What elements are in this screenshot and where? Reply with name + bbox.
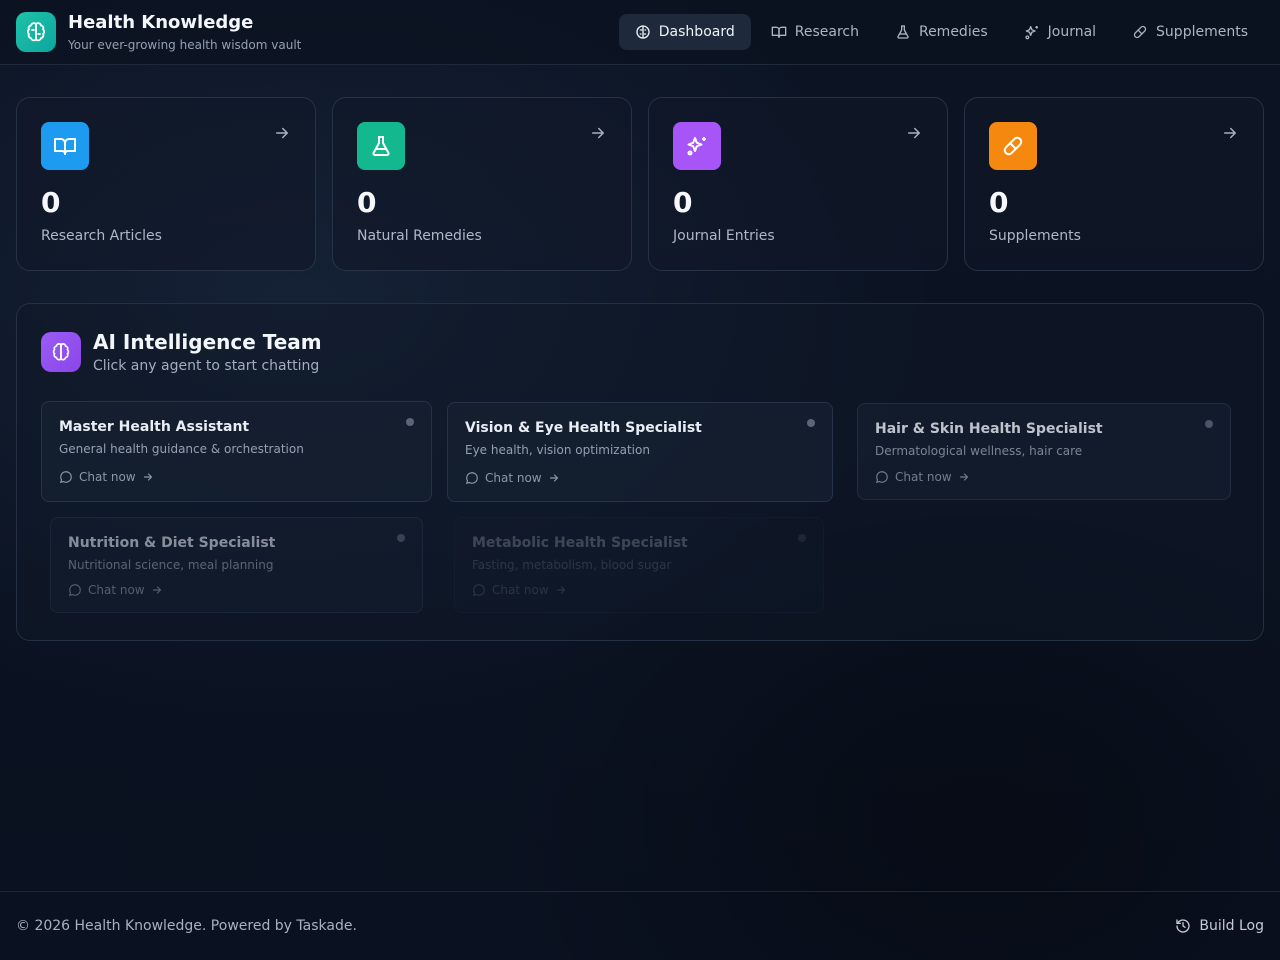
arrow-right-icon	[1224, 127, 1236, 139]
chat-now-link[interactable]: Chat now	[68, 583, 163, 597]
app-title: Health Knowledge	[68, 12, 254, 33]
pill-icon	[1133, 25, 1147, 39]
status-dot	[807, 419, 815, 427]
brain-icon[interactable]	[16, 12, 56, 52]
chat-bubble-icon	[472, 584, 485, 597]
stat-label: Supplements	[989, 228, 1081, 244]
agent-name: Vision & Eye Health Specialist	[465, 420, 702, 436]
chat-now-label: Chat now	[79, 470, 136, 484]
arrow-right-icon	[152, 586, 161, 594]
stat-card-journal[interactable]: 0 Journal Entries	[648, 97, 948, 271]
arrow-right-icon	[908, 127, 920, 139]
stat-label: Natural Remedies	[357, 228, 482, 244]
arrow-right-icon	[276, 127, 288, 139]
book-open-icon	[771, 26, 787, 38]
nav-remedies-label: Remedies	[918, 24, 988, 40]
stat-value: 0	[357, 186, 377, 219]
flask-icon	[897, 25, 909, 39]
brain-icon	[636, 25, 650, 39]
agent-card-vision[interactable]: Vision & Eye Health Specialist Eye healt…	[447, 402, 833, 502]
build-log-label: Build Log	[1199, 918, 1264, 934]
stat-label: Journal Entries	[673, 228, 775, 244]
arrow-right-icon	[959, 473, 968, 481]
chat-now-label: Chat now	[895, 470, 952, 484]
stat-label: Research Articles	[41, 228, 162, 244]
chat-now-label: Chat now	[485, 471, 542, 485]
nav-supplements[interactable]: Supplements	[1116, 14, 1264, 50]
stat-value: 0	[989, 186, 1009, 219]
arrow-right-icon	[556, 586, 565, 594]
nav-dashboard-label: Dashboard	[658, 24, 735, 40]
app-header: Health Knowledge Your ever-growing healt…	[0, 0, 1280, 65]
status-dot	[406, 418, 414, 426]
nav-research-label: Research	[794, 24, 859, 40]
pill-icon	[989, 122, 1037, 170]
nav-supplements-label: Supplements	[1156, 24, 1248, 40]
chat-now-label: Chat now	[492, 583, 549, 597]
stat-card-supplements[interactable]: 0 Supplements	[964, 97, 1264, 271]
arrow-right-icon	[143, 473, 152, 481]
chat-bubble-icon	[68, 584, 81, 597]
nav-dashboard[interactable]: Dashboard	[618, 14, 751, 50]
chat-now-link[interactable]: Chat now	[465, 471, 560, 485]
build-log-button[interactable]: Build Log	[1175, 918, 1264, 934]
stat-value: 0	[673, 186, 693, 219]
sparkles-icon	[673, 122, 721, 170]
ai-team-panel: AI Intelligence Team Click any agent to …	[16, 303, 1264, 641]
agent-desc: Eye health, vision optimization	[465, 443, 650, 457]
app-footer: © 2026 Health Knowledge. Powered by Task…	[0, 891, 1280, 960]
nav-journal[interactable]: Journal	[1008, 14, 1112, 50]
chat-bubble-icon	[59, 471, 72, 484]
arrow-right-icon	[549, 474, 558, 482]
brain-icon	[41, 332, 81, 372]
agent-card-metabolic[interactable]: Metabolic Health Specialist Fasting, met…	[454, 517, 824, 613]
agent-card-hair-skin[interactable]: Hair & Skin Health Specialist Dermatolog…	[857, 403, 1231, 500]
agent-name: Hair & Skin Health Specialist	[875, 421, 1103, 437]
chat-bubble-icon	[465, 472, 478, 485]
main-nav: Dashboard Research Remedies Journal Supp…	[618, 14, 1264, 50]
nav-remedies[interactable]: Remedies	[879, 14, 1004, 50]
team-title: AI Intelligence Team	[93, 330, 322, 354]
agent-desc: Fasting, metabolism, blood sugar	[472, 558, 672, 572]
chat-now-link[interactable]: Chat now	[875, 470, 970, 484]
agent-name: Metabolic Health Specialist	[472, 535, 688, 551]
stat-card-research[interactable]: 0 Research Articles	[16, 97, 316, 271]
book-open-icon	[41, 122, 89, 170]
chat-bubble-icon	[875, 471, 888, 484]
status-dot	[798, 534, 806, 542]
stat-card-remedies[interactable]: 0 Natural Remedies	[332, 97, 632, 271]
status-dot	[397, 534, 405, 542]
stat-value: 0	[41, 186, 61, 219]
nav-research[interactable]: Research	[755, 14, 875, 50]
agent-card-master[interactable]: Master Health Assistant General health g…	[41, 401, 432, 502]
agent-desc: General health guidance & orchestration	[59, 442, 304, 456]
agent-desc: Dermatological wellness, hair care	[875, 444, 1083, 458]
agent-card-nutrition[interactable]: Nutrition & Diet Specialist Nutritional …	[50, 517, 423, 613]
agent-desc: Nutritional science, meal planning	[68, 558, 274, 572]
app-subtitle: Your ever-growing health wisdom vault	[68, 38, 302, 52]
chat-now-label: Chat now	[88, 583, 145, 597]
agent-name: Nutrition & Diet Specialist	[68, 535, 276, 551]
agent-name: Master Health Assistant	[59, 419, 250, 435]
status-dot	[1205, 420, 1213, 428]
team-subtitle: Click any agent to start chatting	[93, 358, 320, 374]
nav-journal-label: Journal	[1047, 24, 1097, 40]
flask-icon	[357, 122, 405, 170]
footer-copyright: © 2026 Health Knowledge. Powered by Task…	[16, 918, 357, 934]
chat-now-link[interactable]: Chat now	[472, 583, 567, 597]
history-icon	[1176, 919, 1191, 933]
arrow-right-icon	[592, 127, 604, 139]
chat-now-link[interactable]: Chat now	[59, 470, 154, 484]
sparkles-icon	[1025, 26, 1038, 40]
